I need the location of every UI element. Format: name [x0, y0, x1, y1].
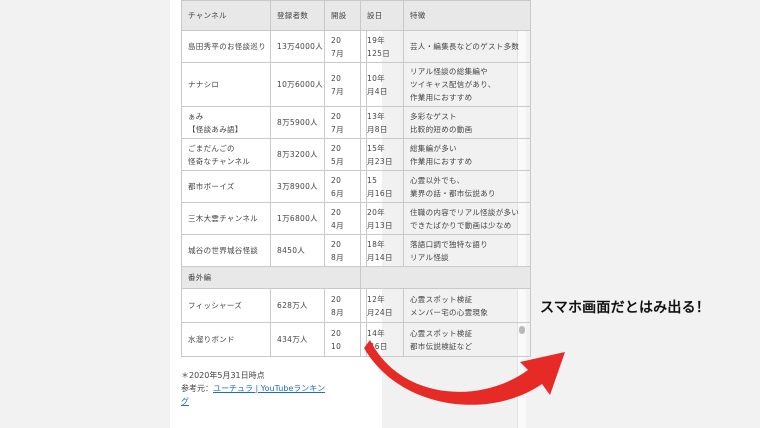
channel-name: 島田秀平のお怪談巡り: [181, 30, 271, 63]
table-row: 18年 月14日 落語口調で独特な語り リアル怪談: [360, 234, 531, 267]
table-row: 都市ボーイズ 3万8900人 20 6月: [181, 170, 367, 203]
table-row: 15年 月23日 総集編が多い 作業用におすすめ: [360, 138, 531, 171]
table-row: 15 月16日 心霊以外でも、 業界の話・都市伝説あり: [360, 170, 531, 203]
table-row: 城谷の世界城谷怪談 8450人 20 8月: [181, 234, 367, 267]
channel-name: フィッシャーズ: [181, 288, 271, 323]
channel-name: 三木大雲チャンネル: [181, 202, 271, 235]
opened-date: 15 月16日: [360, 170, 404, 203]
channel-name: 水溜りボンド: [181, 322, 271, 357]
table-row: フィッシャーズ 628万人 20 8月: [181, 288, 367, 323]
note-source: 参考元：ユーチュラ | YouTubeランキン: [181, 382, 325, 395]
feature-text: 心霊以外でも、 業界の話・都市伝説あり: [403, 170, 531, 203]
header-channel: チャンネル: [181, 0, 271, 31]
opened-date: 15年 月23日: [360, 138, 404, 171]
feature-text: 総集編が多い 作業用におすすめ: [403, 138, 531, 171]
header-date: 設日: [360, 0, 404, 31]
table-row: 島田秀平のお怪談巡り 13万4000人 20 7月: [181, 30, 367, 63]
table-row: ごまだんごの 怪奇なチャンネル 8万3200人 20 5月: [181, 138, 367, 171]
channel-name: ぁみ 【怪談あみ語】: [181, 106, 271, 139]
feature-text: リアル怪談の総集編や ツイキャス配信があり、 作業用におすすめ: [403, 62, 531, 107]
feature-text: 住職の内容でリアル怪談が多い できたばかりで動画は少なめ: [403, 202, 531, 235]
table-row: 19年 125日 芸人・編集長などのゲスト多数: [360, 30, 531, 63]
source-note: ＊2020年5月31日時点 参考元：ユーチュラ | YouTubeランキン グ: [181, 369, 325, 408]
channel-name: 城谷の世界城谷怪談: [181, 234, 271, 267]
note-date: ＊2020年5月31日時点: [181, 371, 265, 380]
section-empty: [360, 266, 531, 289]
table-row: 20年 月13日 住職の内容でリアル怪談が多い できたばかりで動画は少なめ: [360, 202, 531, 235]
subscriber-count: 13万4000人: [270, 30, 325, 63]
header-subscribers: 登録者数: [270, 0, 325, 31]
subscriber-count: 434万人: [270, 322, 325, 357]
red-arrow-icon: [364, 340, 565, 405]
table-row: 10年 月4日 リアル怪談の総集編や ツイキャス配信があり、 作業用におすすめ: [360, 62, 531, 107]
subscriber-count: 8450人: [270, 234, 325, 267]
header-feature: 特徴: [403, 0, 531, 31]
table-row: ナナシロ 10万6000人 20 7月: [181, 62, 367, 107]
opened-date: 19年 125日: [360, 30, 404, 63]
source-link-continued[interactable]: グ: [181, 397, 189, 406]
table-row: 13年 月8日 多彩なゲスト 比較的短めの動画: [360, 106, 531, 139]
channel-name: 都市ボーイズ: [181, 170, 271, 203]
table-row: 水溜りボンド 434万人 20 10: [181, 322, 367, 357]
opened-date: 18年 月14日: [360, 234, 404, 267]
subscriber-count: 3万8900人: [270, 170, 325, 203]
opened-date: 20年 月13日: [360, 202, 404, 235]
section-label: 番外編: [181, 266, 367, 289]
source-link[interactable]: ユーチュラ | YouTubeランキン: [213, 384, 325, 393]
subscriber-count: 628万人: [270, 288, 325, 323]
opened-date: 13年 月8日: [360, 106, 404, 139]
table-row: 三木大雲チャンネル 1万6800人 20 4月: [181, 202, 367, 235]
note-source-label: 参考元：: [181, 384, 213, 393]
arrow-shape: [364, 340, 565, 405]
subscriber-count: 10万6000人: [270, 62, 325, 107]
caption-text: スマホ画面だとはみ出る！: [540, 300, 710, 316]
feature-text: 芸人・編集長などのゲスト多数: [403, 30, 531, 63]
subscriber-count: 1万6800人: [270, 202, 325, 235]
table-row: ぁみ 【怪談あみ語】 8万5900人 20 7月: [181, 106, 367, 139]
subscriber-count: 8万5900人: [270, 106, 325, 139]
channel-name: ナナシロ: [181, 62, 271, 107]
section-row: 番外編: [181, 266, 367, 289]
feature-text: 落語口調で独特な語り リアル怪談: [403, 234, 531, 267]
feature-text: 多彩なゲスト 比較的短めの動画: [403, 106, 531, 139]
opened-date: 10年 月4日: [360, 62, 404, 107]
subscriber-count: 8万3200人: [270, 138, 325, 171]
channel-table: チャンネル 登録者数 開設 島田秀平のお怪談巡り 13万4000人 20 7月 …: [181, 0, 367, 357]
section-row: [360, 266, 531, 289]
channel-name: ごまだんごの 怪奇なチャンネル: [181, 138, 271, 171]
